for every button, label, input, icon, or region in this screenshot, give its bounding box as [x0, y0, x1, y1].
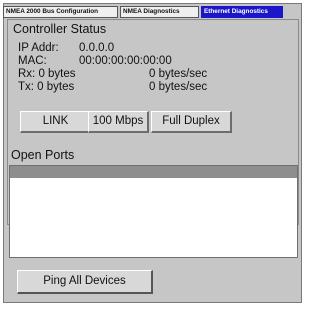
mac-label: MAC: [18, 55, 47, 67]
ping-all-devices-button[interactable]: Ping All Devices [17, 270, 153, 294]
speed-indicator: 100 Mbps [88, 111, 149, 133]
tab-nmea2000-bus-configuration[interactable]: NMEA 2000 Bus Configuration [3, 6, 118, 18]
tab-nmea-diagnostics[interactable]: NMEA Diagnostics [120, 6, 199, 18]
open-ports-list[interactable] [9, 165, 298, 258]
open-ports-header [10, 166, 297, 178]
ip-value: 0.0.0.0 [79, 42, 115, 54]
tab-bar: NMEA 2000 Bus Configuration NMEA Diagnos… [3, 6, 283, 18]
mac-value: 00:00:00:00:00:00 [79, 55, 172, 67]
tx-bytes: Tx: 0 bytes [18, 81, 75, 93]
ip-label: IP Addr: [18, 42, 59, 54]
link-status-indicator: LINK [20, 111, 92, 133]
tx-rate: 0 bytes/sec [149, 81, 208, 93]
tab-ethernet-diagnostics[interactable]: Ethernet Diagnostics [201, 6, 283, 18]
controller-status-title: Controller Status [13, 22, 107, 36]
rx-bytes: Rx: 0 bytes [18, 68, 76, 80]
open-ports-title: Open Ports [11, 148, 75, 162]
rx-rate: 0 bytes/sec [149, 68, 208, 80]
duplex-indicator: Full Duplex [151, 111, 232, 133]
